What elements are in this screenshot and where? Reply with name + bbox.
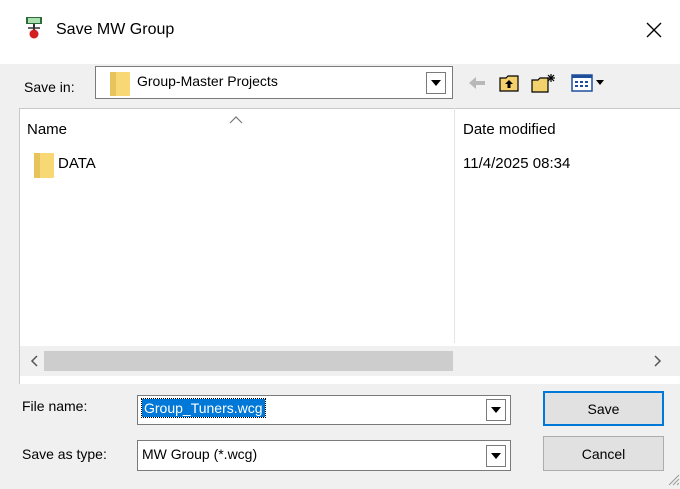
file-list[interactable] (19, 108, 680, 384)
new-folder-button[interactable] (530, 72, 558, 94)
folder-icon (33, 152, 55, 179)
save-button[interactable]: Save (543, 391, 664, 426)
save-in-dropdown-button[interactable] (426, 72, 446, 94)
file-row-date: 11/4/2025 08:34 (463, 155, 571, 172)
cancel-button[interactable]: Cancel (543, 436, 664, 471)
view-menu-button[interactable] (570, 72, 606, 94)
save-as-type-value: MW Group (*.wcg) (142, 446, 258, 462)
view-menu-icon (571, 74, 604, 92)
chevron-down-icon (491, 407, 501, 413)
back-arrow-icon (469, 77, 485, 89)
scroll-left-button[interactable] (22, 350, 46, 372)
scroll-right-button[interactable] (646, 350, 670, 372)
chevron-down-icon (491, 453, 501, 459)
column-header-name[interactable]: Name (27, 121, 67, 138)
close-button[interactable] (634, 10, 674, 50)
file-row-name[interactable]: DATA (58, 155, 96, 172)
back-button[interactable] (468, 72, 486, 94)
chevron-right-icon (654, 355, 662, 367)
chevron-left-icon (30, 355, 38, 367)
sort-ascending-icon (229, 111, 243, 127)
up-folder-button[interactable] (497, 72, 521, 94)
up-folder-icon (499, 75, 519, 92)
new-folder-icon (531, 74, 555, 93)
column-divider (454, 108, 455, 343)
column-header-date-modified[interactable]: Date modified (463, 121, 556, 138)
file-name-label: File name: (22, 398, 88, 414)
save-in-value: Group-Master Projects (137, 73, 278, 89)
window-title: Save MW Group (56, 21, 175, 38)
file-name-value[interactable]: Group_Tuners.wcg (141, 398, 266, 418)
folder-icon (109, 71, 131, 97)
save-as-type-dropdown-button[interactable] (486, 445, 506, 467)
close-icon (646, 22, 662, 38)
resize-grip-icon[interactable] (666, 472, 680, 486)
save-in-label: Save in: (24, 79, 75, 95)
save-as-type-label: Save as type: (22, 446, 107, 462)
scrollbar-thumb[interactable] (44, 351, 453, 371)
chevron-down-icon (431, 80, 441, 86)
ant-tower-icon (24, 16, 44, 40)
file-name-dropdown-button[interactable] (486, 399, 506, 421)
